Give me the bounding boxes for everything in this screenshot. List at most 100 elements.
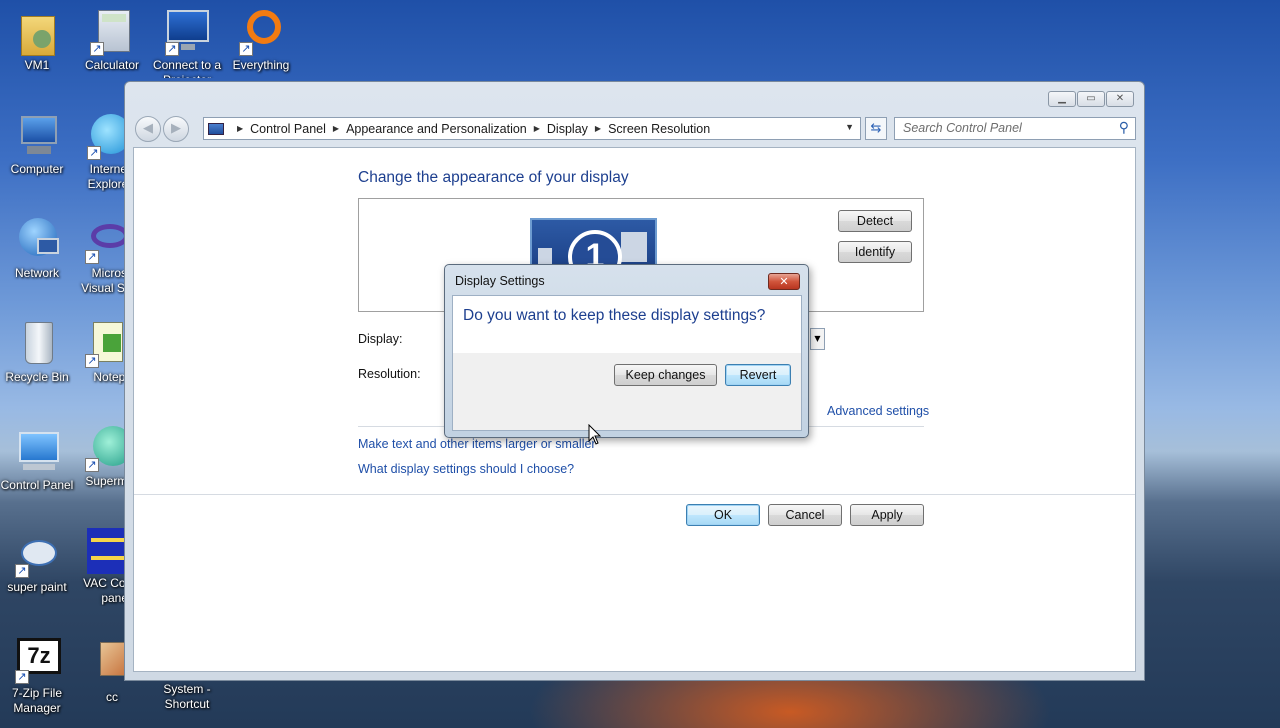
breadcrumb-control-panel[interactable]: Control Panel bbox=[250, 122, 326, 136]
desktop-icon-system-shortcut[interactable]: System - Shortcut bbox=[150, 682, 224, 712]
recycle-bin-icon bbox=[13, 320, 61, 368]
shortcut-arrow-icon: ↗ bbox=[87, 146, 101, 160]
back-arrow-icon: ◀ bbox=[143, 121, 153, 136]
forward-button[interactable]: ▶ bbox=[163, 116, 189, 142]
desktop-icon-label: VAC Control panel bbox=[83, 576, 125, 605]
desktop-icon-recycle-bin[interactable]: Recycle Bin bbox=[0, 320, 74, 385]
everything-icon: ↗ bbox=[237, 8, 285, 56]
desktop-icon-supermium[interactable]: ↗ Supermium bbox=[75, 424, 125, 489]
network-globe-icon bbox=[13, 216, 61, 264]
desktop-icon-visual-studio[interactable]: ↗ Microsoft Visual Studio bbox=[75, 216, 125, 296]
breadcrumb-appearance[interactable]: Appearance and Personalization bbox=[346, 122, 527, 136]
desktop-icon-label: cc bbox=[106, 690, 118, 704]
maximize-button[interactable]: ▭ bbox=[1077, 91, 1105, 107]
breadcrumb-arrow-icon[interactable]: ▶ bbox=[534, 124, 540, 133]
control-panel-icon bbox=[13, 428, 61, 476]
which-settings-link[interactable]: What display settings should I choose? bbox=[358, 462, 574, 476]
7zip-icon: 7z ↗ bbox=[13, 636, 61, 684]
desktop-icon-label: Network bbox=[14, 266, 59, 280]
desktop-icon-label: Computer bbox=[10, 162, 64, 176]
shortcut-arrow-icon: ↗ bbox=[165, 42, 179, 56]
desktop-icon-computer[interactable]: Computer bbox=[0, 112, 74, 177]
close-icon: ✕ bbox=[1115, 93, 1125, 104]
address-bar[interactable]: ▶ Control Panel ▶ Appearance and Persona… bbox=[203, 117, 861, 140]
projector-icon: ↗ bbox=[163, 8, 211, 56]
search-input[interactable]: Search Control Panel ⚲ bbox=[894, 117, 1136, 140]
back-button[interactable]: ◀ bbox=[135, 116, 161, 142]
display-dropdown-arrow-icon[interactable]: ▼ bbox=[810, 328, 825, 350]
calculator-icon: ↗ bbox=[88, 8, 136, 56]
dialog-message-area: Do you want to keep these display settin… bbox=[453, 296, 801, 353]
desktop-icon-7zip[interactable]: 7z ↗ 7-Zip File Manager bbox=[0, 636, 74, 716]
search-icon[interactable]: ⚲ bbox=[1119, 119, 1129, 136]
close-window-button[interactable]: ✕ bbox=[1106, 91, 1134, 107]
paint-icon: ↗ bbox=[13, 530, 61, 578]
breadcrumb-arrow-icon[interactable]: ▶ bbox=[237, 124, 243, 133]
supermium-icon: ↗ bbox=[83, 424, 125, 472]
display-label: Display: bbox=[358, 332, 403, 346]
notepad-icon: ↗ bbox=[83, 320, 125, 368]
detect-button[interactable]: Detect bbox=[838, 210, 912, 232]
address-dropdown-icon[interactable]: ▼ bbox=[845, 122, 854, 132]
desktop-icon-notepad[interactable]: ↗ Notepad bbox=[75, 320, 125, 385]
desktop-icon-vac-control-panel[interactable]: VAC Control panel bbox=[75, 526, 125, 606]
desktop-icon-label: VM1 bbox=[24, 58, 50, 72]
desktop-icon-label: Control Panel bbox=[0, 478, 74, 492]
desktop-icon-calculator[interactable]: ↗ Calculator bbox=[75, 8, 149, 73]
folder-icon bbox=[13, 8, 61, 56]
desktop-icon-label: Calculator bbox=[84, 58, 140, 72]
desktop-icon-network[interactable]: Network bbox=[0, 216, 74, 281]
dialog-body: Do you want to keep these display settin… bbox=[452, 295, 802, 431]
text-size-link[interactable]: Make text and other items larger or smal… bbox=[358, 437, 596, 451]
desktop-icon-label: super paint bbox=[7, 580, 67, 594]
refresh-icon: ⇆ bbox=[870, 121, 882, 136]
dialog-close-button[interactable]: ✕ bbox=[768, 273, 800, 290]
shortcut-arrow-icon: ↗ bbox=[85, 458, 99, 472]
cancel-button[interactable]: Cancel bbox=[768, 504, 842, 526]
identify-button[interactable]: Identify bbox=[838, 241, 912, 263]
desktop-icon-label: System - Shortcut bbox=[163, 682, 211, 711]
desktop-icon-connect-projector[interactable]: ↗ Connect to a Projector bbox=[150, 8, 224, 78]
mouse-cursor-icon bbox=[588, 424, 602, 445]
page-title: Change the appearance of your display bbox=[358, 169, 629, 186]
desktop-icon-super-paint[interactable]: ↗ super paint bbox=[0, 530, 74, 595]
desktop-icon-vm1[interactable]: VM1 bbox=[0, 8, 74, 73]
breadcrumb-arrow-icon[interactable]: ▶ bbox=[333, 124, 339, 133]
breadcrumb-screen-resolution[interactable]: Screen Resolution bbox=[608, 122, 710, 136]
control-panel-small-icon bbox=[208, 122, 224, 135]
desktop-icon-label: Supermium bbox=[85, 474, 125, 488]
apply-button[interactable]: Apply bbox=[850, 504, 924, 526]
shortcut-arrow-icon: ↗ bbox=[85, 354, 99, 368]
minimize-icon: ▁ bbox=[1058, 93, 1066, 104]
search-placeholder: Search Control Panel bbox=[903, 121, 1022, 135]
keep-changes-button[interactable]: Keep changes bbox=[614, 364, 717, 386]
vac-icon bbox=[83, 526, 125, 574]
desktop-icon-label: Notepad bbox=[93, 370, 125, 384]
desktop-icon-label: 7-Zip File Manager bbox=[11, 686, 62, 715]
shortcut-arrow-icon: ↗ bbox=[90, 42, 104, 56]
caption-buttons: ▁ ▭ ✕ bbox=[1048, 91, 1134, 107]
navigation-bar: ◀ ▶ ▶ Control Panel ▶ Appearance and Per… bbox=[135, 116, 1136, 142]
desktop-icon-label: Connect to a Projector bbox=[152, 58, 222, 78]
divider bbox=[134, 494, 1135, 495]
advanced-settings-link[interactable]: Advanced settings bbox=[827, 404, 929, 418]
maximize-icon: ▭ bbox=[1086, 93, 1096, 104]
shortcut-arrow-icon: ↗ bbox=[239, 42, 253, 56]
revert-button[interactable]: Revert bbox=[725, 364, 791, 386]
shortcut-arrow-icon: ↗ bbox=[15, 564, 29, 578]
dialog-question: Do you want to keep these display settin… bbox=[463, 307, 766, 324]
desktop-icon-control-panel[interactable]: Control Panel bbox=[0, 428, 74, 493]
forward-arrow-icon: ▶ bbox=[171, 121, 181, 136]
display-settings-dialog: Display Settings ✕ Do you want to keep t… bbox=[444, 264, 809, 438]
computer-icon bbox=[13, 112, 61, 160]
desktop-icon-internet-explorer[interactable]: ↗ Internet Explorer bbox=[75, 112, 125, 192]
close-icon: ✕ bbox=[779, 275, 789, 288]
breadcrumb-arrow-icon[interactable]: ▶ bbox=[595, 124, 601, 133]
minimize-button[interactable]: ▁ bbox=[1048, 91, 1076, 107]
desktop-icon-everything[interactable]: ↗ Everything bbox=[224, 8, 298, 73]
ok-button[interactable]: OK bbox=[686, 504, 760, 526]
desktop-icon-label: Recycle Bin bbox=[5, 370, 69, 384]
visual-studio-icon: ↗ bbox=[83, 216, 125, 264]
breadcrumb-display[interactable]: Display bbox=[547, 122, 588, 136]
refresh-button[interactable]: ⇆ bbox=[865, 117, 887, 140]
